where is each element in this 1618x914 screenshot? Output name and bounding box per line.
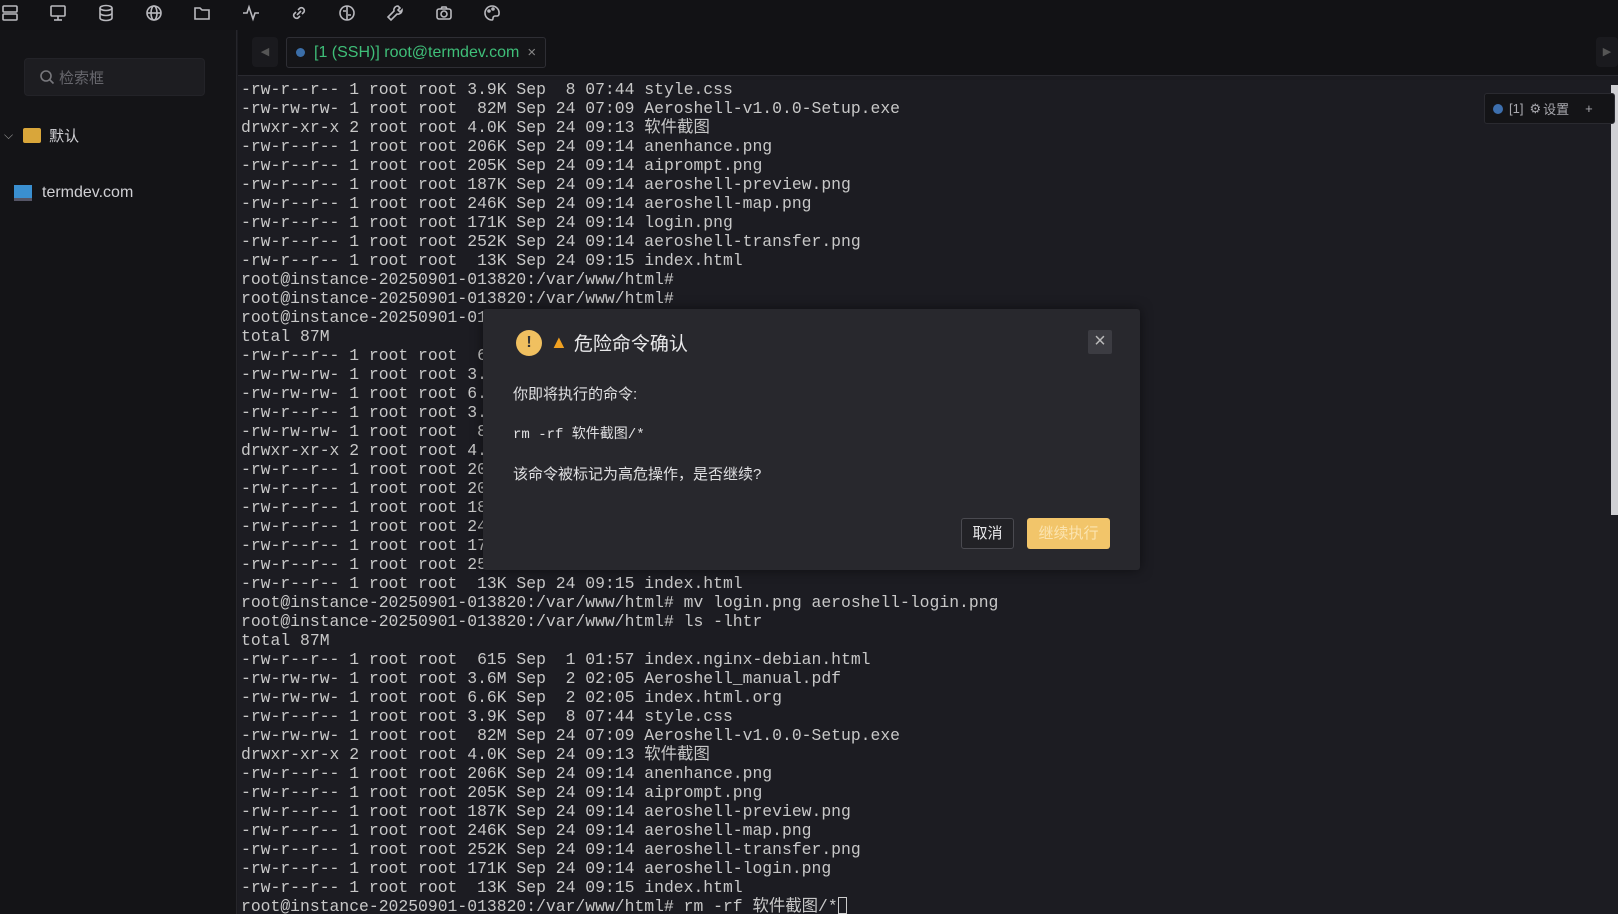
host-termdev[interactable]: termdev.com [14, 184, 133, 202]
folder-icon [23, 128, 42, 143]
terminal-line: root@instance-20250901-013820:/var/www/h… [241, 612, 763, 631]
terminal-line: total 87M [241, 631, 330, 650]
terminal-line: -rw-r--r-- 1 root root 205K Sep 24 09:14… [241, 156, 763, 175]
confirm-execute-button[interactable]: 继续执行 [1027, 518, 1110, 549]
terminal-line: -rw-r--r-- 1 root root 252K Sep 24 09:14… [241, 232, 861, 251]
terminal-line: -rw-rw-rw- 1 root root 3.6M Sep 2 02:05 … [241, 669, 841, 688]
search-input[interactable]: 检索框 [24, 58, 205, 96]
wrench-icon[interactable] [385, 3, 407, 25]
terminal-prompt-line: root@instance-20250901-013820:/var/www/h… [241, 897, 998, 914]
terminal-line: -rw-r--r-- 1 root root 246K Sep 24 09:14… [241, 821, 812, 840]
terminal-line: -rw-r--r-- 1 root root 206K Sep 24 09:14… [241, 764, 773, 783]
terminal-line: -rw-r--r-- 1 root root 13K Sep 24 09:15 … [241, 251, 743, 270]
dialog-title: 危险命令确认 [573, 334, 688, 355]
monitor-icon [14, 185, 32, 201]
terminal-line: -rw-r--r-- 1 root root 13K Sep 24 09:15 … [241, 878, 743, 897]
search-placeholder: 检索框 [59, 69, 105, 87]
chevron-down-icon: ⌵ [4, 128, 14, 142]
terminal-line: -rw-r--r-- 1 root root 187K Sep 24 09:14… [241, 175, 851, 194]
close-icon[interactable]: × [1088, 330, 1112, 354]
scroll-tabs-left-button[interactable]: ◀ [252, 37, 278, 67]
terminal-line: -rw-r--r-- 1 root root 171K Sep 24 09:14… [241, 859, 832, 878]
dialog-intro: 你即将执行的命令: [513, 386, 638, 403]
dialog-question: 该命令被标记为高危操作，是否继续? [513, 466, 762, 483]
terminal-line: -rw-r--r-- 1 root root 246K Sep 24 09:14… [241, 194, 812, 213]
close-icon[interactable]: × [527, 44, 536, 61]
terminal-line: -rw-rw-rw- 1 root root 82M Sep 24 07:09 … [241, 726, 901, 745]
cancel-button[interactable]: 取消 [961, 518, 1014, 549]
terminal-line: -rw-r--r-- 1 root root 3.9K Sep 8 07:44 … [241, 80, 733, 99]
status-dot [296, 48, 305, 57]
terminal-line: -rw-r--r-- 1 root root 3.9K Sep 8 07:44 … [241, 707, 733, 726]
gear-icon[interactable]: ⚙ [1529, 101, 1541, 117]
session-pill: [1] ⚙ 设置 + [1484, 93, 1615, 124]
monitor-icon[interactable] [48, 3, 70, 25]
folder-open-icon[interactable] [192, 3, 214, 25]
scrollbar[interactable] [1610, 80, 1618, 914]
scroll-tabs-right-button[interactable]: ▶ [1596, 37, 1618, 67]
terminal-line: root@instance-20250901-013820:/var/www/h… [241, 593, 999, 612]
terminal-line: drwxr-xr-x 2 root root 4.0K Sep 24 09:13… [241, 745, 710, 764]
exclamation-icon: ! [516, 329, 542, 356]
database-icon[interactable] [96, 3, 118, 25]
scrollbar-thumb[interactable] [1611, 85, 1618, 515]
group-default[interactable]: ⌵ 默认 [4, 125, 79, 146]
server-icon[interactable] [0, 3, 22, 25]
terminal-line: -rw-r--r-- 1 root root 206K Sep 24 09:14… [241, 137, 773, 156]
globe-icon[interactable] [144, 3, 166, 25]
terminal-line: drwxr-xr-x 2 root root 4.0K Sep 24 09:13… [241, 118, 710, 137]
terminal-line: root@instance-20250901-013820:/var/www/h… [241, 289, 674, 308]
tab-ssh-session[interactable]: [1 (SSH)] root@termdev.com × [286, 37, 546, 68]
warning-icon: ▲ [550, 332, 568, 352]
terminal-line: -rw-rw-rw- 1 root root 82M Sep 24 07:09 … [241, 99, 901, 118]
danger-confirm-dialog: ! ▲ 危险命令确认 × 你即将执行的命令: rm -rf 软件截图/* 该命令… [483, 309, 1140, 570]
sidebar: 检索框 ⌵ 默认 termdev.com [0, 30, 237, 914]
host-label: termdev.com [42, 184, 134, 201]
tab-bar: ◀ [1 (SSH)] root@termdev.com × ▶ [238, 30, 1618, 76]
terminal-line: -rw-rw-rw- 1 root root 6.6K Sep 2 02:05 … [241, 688, 782, 707]
palette-icon[interactable] [482, 3, 504, 25]
terminal-line: -rw-r--r-- 1 root root 205K Sep 24 09:14… [241, 783, 763, 802]
add-button[interactable]: + [1585, 101, 1593, 116]
terminal-line: -rw-r--r-- 1 root root 171K Sep 24 09:14… [241, 213, 733, 232]
activity-icon[interactable] [241, 3, 263, 25]
top-toolbar [0, 0, 1618, 30]
terminal-line: -rw-r--r-- 1 root root 187K Sep 24 09:14… [241, 802, 851, 821]
terminal-line: root@instance-20250901-013820:/var/www/h… [241, 270, 674, 289]
brain-icon[interactable] [337, 3, 359, 25]
terminal-line: -rw-r--r-- 1 root root 13K Sep 24 09:15 … [241, 574, 743, 593]
camera-icon[interactable] [434, 3, 456, 25]
settings-button[interactable]: 设置 [1543, 99, 1569, 118]
session-status-dot [1493, 103, 1503, 114]
link-icon[interactable] [289, 3, 311, 25]
tab-label: [1 (SSH)] root@termdev.com [314, 43, 520, 61]
group-label: 默认 [49, 128, 80, 145]
dialog-command: rm -rf 软件截图/* [513, 427, 645, 443]
terminal-line: -rw-r--r-- 1 root root 615 Sep 1 01:57 i… [241, 650, 871, 669]
search-icon [40, 70, 55, 85]
terminal-line: -rw-r--r-- 1 root root 252K Sep 24 09:14… [241, 840, 861, 859]
session-label: [1] [1509, 101, 1524, 116]
terminal-cursor [837, 897, 847, 914]
